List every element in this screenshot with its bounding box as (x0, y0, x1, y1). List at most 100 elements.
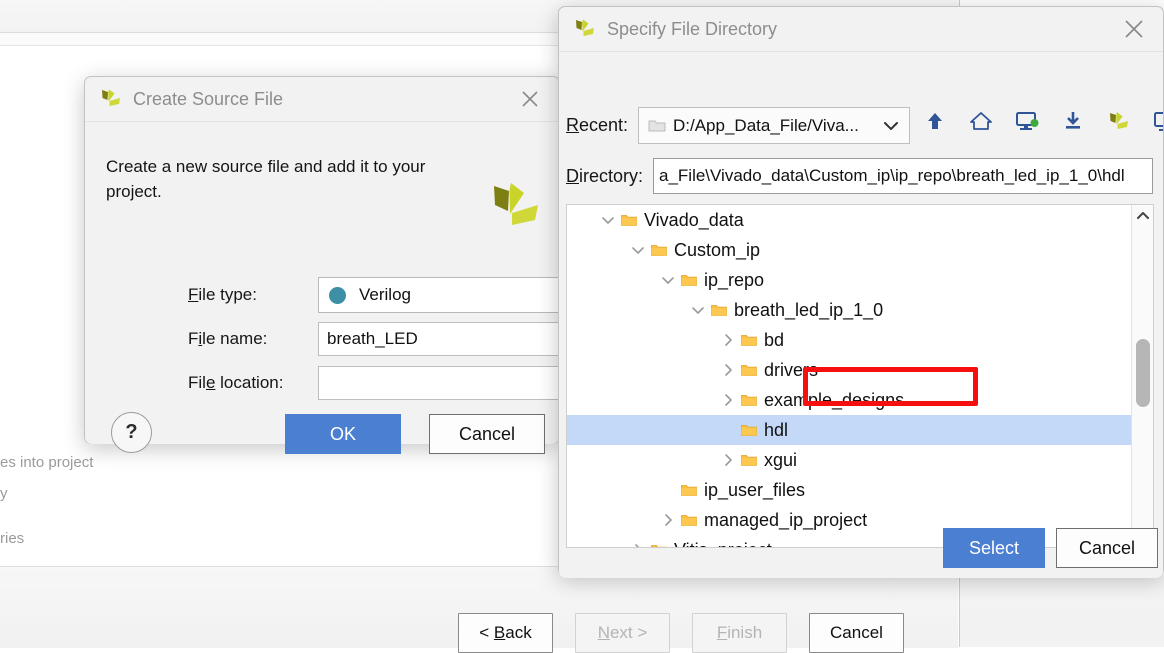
tree-item-label: breath_led_ip_1_0 (734, 299, 884, 320)
home-icon[interactable] (968, 108, 994, 134)
folder-icon (741, 424, 757, 437)
tree-item-label: Vitis_project (674, 540, 772, 548)
chevron-down-icon (882, 117, 900, 135)
chevron-right-icon[interactable] (655, 513, 681, 527)
file-type-label: File type: (188, 285, 257, 304)
directory-input[interactable]: a_File\Vivado_data\Custom_ip\ip_repo\bre… (653, 158, 1153, 194)
directory-tree-panel: Vivado_data Custom_ip ip_repo breath_led_ip… (566, 204, 1154, 548)
file-name-label: File name: (188, 329, 268, 348)
background-note-2: y (0, 485, 8, 502)
wizard-button-bar: < Back Next > Finish Cancel (458, 613, 904, 653)
help-button[interactable]: ? (111, 412, 152, 453)
tree-item-label: ip_repo (704, 269, 765, 290)
cancel-button[interactable]: Cancel (1056, 528, 1158, 568)
xilinx-logo-icon (573, 18, 597, 40)
background-note-1: es into project (0, 454, 94, 471)
recent-select[interactable]: D:/App_Data_File/Viva... (638, 107, 910, 144)
xilinx-logo-icon[interactable] (1106, 108, 1132, 134)
chevron-right-icon[interactable] (715, 363, 741, 377)
create-source-file-body: Create a new source file and add it to y… (85, 122, 613, 454)
folder-icon (741, 394, 757, 407)
tree-item-label: ip_user_files (704, 479, 806, 500)
tree-item-label: Custom_ip (674, 239, 761, 260)
create-source-file-dialog: Create Source File Create a new source f… (84, 76, 613, 454)
specify-file-directory-dialog: Specify File Directory Recent: D:/App_Da… (558, 6, 1164, 578)
cancel-button[interactable]: Cancel (429, 414, 545, 454)
chevron-right-icon[interactable] (715, 453, 741, 467)
tree-item-label: drivers (764, 359, 819, 380)
ok-button[interactable]: OK (285, 414, 401, 454)
directory-toolbar (922, 108, 1163, 134)
file-name-value: breath_LED (327, 329, 418, 348)
specify-file-directory-titlebar[interactable]: Specify File Directory (559, 7, 1163, 52)
folder-icon (741, 364, 757, 377)
recent-value: D:/App_Data_File/Viva... (673, 115, 859, 135)
folder-icon (651, 244, 667, 257)
monitor-icon[interactable] (1152, 108, 1163, 134)
directory-tree[interactable]: Vivado_data Custom_ip ip_repo breath_led_ip… (567, 205, 1153, 547)
arrow-up-icon[interactable] (922, 108, 948, 134)
folder-icon (621, 214, 637, 227)
chevron-down-icon[interactable] (595, 213, 621, 227)
create-source-file-description: Create a new source file and add it to y… (106, 157, 426, 201)
file-type-row: File type: Verilog (188, 277, 613, 313)
xilinx-logo-icon (99, 88, 123, 110)
chevron-down-icon[interactable] (685, 303, 711, 317)
tree-item-bd[interactable]: bd (567, 325, 1153, 355)
close-icon[interactable] (515, 84, 545, 114)
specify-file-directory-title: Specify File Directory (607, 18, 778, 39)
tree-item-label: Vivado_data (644, 209, 744, 230)
recent-row: Recent: D:/App_Data_File/Viva... (566, 107, 910, 144)
background-note-3: ries (0, 530, 25, 547)
tree-item-label: bd (764, 329, 785, 350)
close-icon[interactable] (1119, 14, 1149, 44)
folder-icon (711, 304, 727, 317)
select-button[interactable]: Select (943, 528, 1045, 568)
tree-item-breath-led-ip-1-0[interactable]: breath_led_ip_1_0 (567, 295, 1153, 325)
wizard-finish-button[interactable]: Finish (692, 613, 787, 653)
folder-icon (741, 334, 757, 347)
scrollbar-thumb[interactable] (1136, 339, 1150, 407)
tree-item-drivers[interactable]: drivers (567, 355, 1153, 385)
folder-icon (741, 454, 757, 467)
tree-item-label: xgui (764, 449, 798, 470)
file-location-label: File location: (188, 373, 284, 392)
folder-icon (648, 119, 666, 133)
monitor-new-folder-icon[interactable] (1014, 108, 1040, 134)
chevron-right-icon[interactable] (715, 333, 741, 347)
recent-label: Recent: (566, 115, 629, 135)
tree-item-ip-repo[interactable]: ip_repo (567, 265, 1153, 295)
specify-file-directory-body: Recent: D:/App_Data_File/Viva... Directo… (559, 52, 1163, 578)
wizard-back-button[interactable]: < Back (458, 613, 553, 653)
file-location-input[interactable] (318, 366, 570, 400)
wizard-next-button[interactable]: Next > (575, 613, 670, 653)
chevron-right-icon[interactable] (625, 543, 651, 547)
tree-item-label: hdl (764, 419, 789, 440)
verilog-swatch-icon (329, 286, 346, 304)
tree-item-hdl[interactable]: hdl (567, 415, 1153, 445)
chevron-up-icon[interactable] (1132, 205, 1153, 227)
file-name-row: File name: breath_LED ✕ (188, 322, 613, 356)
chevron-right-icon[interactable] (715, 393, 741, 407)
xilinx-logo-icon (489, 180, 543, 230)
folder-icon (651, 544, 667, 547)
wizard-cancel-button[interactable]: Cancel (809, 613, 904, 653)
chevron-down-icon[interactable] (655, 273, 681, 287)
file-type-value: Verilog (359, 285, 411, 304)
tree-item-example-designs[interactable]: example_designs (567, 385, 1153, 415)
file-location-row: File location: ... (188, 365, 611, 401)
folder-icon (681, 274, 697, 287)
tree-item-label: example_designs (764, 389, 905, 410)
tree-item-label: managed_ip_project (704, 509, 868, 530)
tree-item-ip-user-files[interactable]: ip_user_files (567, 475, 1153, 505)
directory-row: Directory: a_File\Vivado_data\Custom_ip\… (566, 158, 1153, 194)
chevron-down-icon[interactable] (625, 243, 651, 257)
create-source-file-title: Create Source File (133, 88, 284, 109)
folder-icon (681, 484, 697, 497)
tree-item-vivado-data[interactable]: Vivado_data (567, 205, 1153, 235)
directory-tree-scrollbar[interactable] (1131, 205, 1153, 547)
create-source-file-titlebar[interactable]: Create Source File (85, 77, 559, 122)
download-icon[interactable] (1060, 108, 1086, 134)
tree-item-custom-ip[interactable]: Custom_ip (567, 235, 1153, 265)
tree-item-xgui[interactable]: xgui (567, 445, 1153, 475)
